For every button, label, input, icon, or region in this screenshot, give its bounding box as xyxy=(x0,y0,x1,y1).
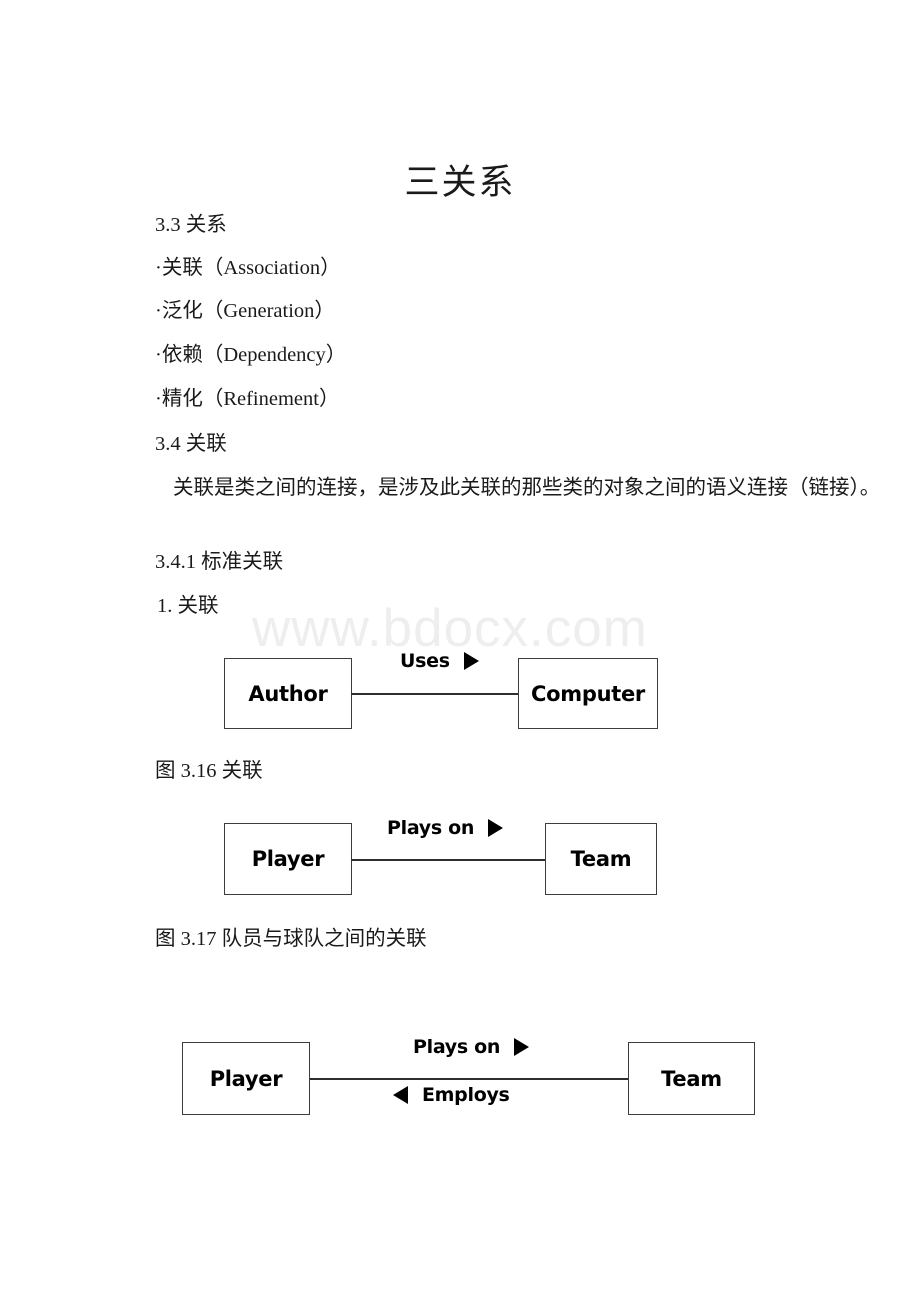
bullet-association: ·关联（Association） xyxy=(155,257,341,279)
document-page: www.bdocx.com 三关系 3.3 关系 ·关联（Association… xyxy=(0,0,920,1302)
uml-class-box-computer: Computer xyxy=(518,658,658,729)
uml-class-box-player: Player xyxy=(182,1042,310,1115)
uml-label-text: Plays on xyxy=(413,1036,501,1058)
page-title: 三关系 xyxy=(404,163,516,203)
arrow-right-icon xyxy=(488,819,504,837)
uml-association-label-uses: Uses xyxy=(400,650,479,672)
heading-3-3: 3.3 关系 xyxy=(155,214,227,236)
bullet-refinement: ·精化（Refinement） xyxy=(155,388,340,410)
uml-label-text: Uses xyxy=(400,650,450,672)
bullet-dependency: ·依赖（Dependency） xyxy=(155,344,347,366)
heading-3-4: 3.4 关联 xyxy=(155,433,227,455)
uml-label-text: Employs xyxy=(422,1084,510,1106)
uml-connector-line xyxy=(351,693,519,695)
uml-connector-line xyxy=(351,859,546,861)
uml-class-box-author: Author xyxy=(224,658,352,729)
uml-class-box-team: Team xyxy=(545,823,657,895)
uml-association-label-plays-on: Plays on xyxy=(387,817,504,839)
heading-3-4-1: 3.4.1 标准关联 xyxy=(155,551,284,573)
uml-connector-line xyxy=(310,1078,629,1080)
arrow-right-icon xyxy=(514,1038,530,1056)
uml-class-box-player: Player xyxy=(224,823,352,895)
figure-caption-3-17: 图 3.17 队员与球队之间的关联 xyxy=(155,928,427,950)
uml-association-label-employs: Employs xyxy=(393,1084,510,1106)
bullet-generation: ·泛化（Generation） xyxy=(155,300,335,322)
list-item-1: 1. 关联 xyxy=(157,595,219,617)
arrow-right-icon xyxy=(463,652,479,670)
uml-association-label-plays-on: Plays on xyxy=(413,1036,530,1058)
uml-label-text: Plays on xyxy=(387,817,475,839)
figure-caption-3-16: 图 3.16 关联 xyxy=(155,760,263,782)
body-paragraph: 关联是类之间的连接，是涉及此关联的那些类的对象之间的语义连接（链接）。 xyxy=(173,477,881,499)
arrow-left-icon xyxy=(393,1086,408,1104)
uml-class-box-team: Team xyxy=(628,1042,755,1115)
